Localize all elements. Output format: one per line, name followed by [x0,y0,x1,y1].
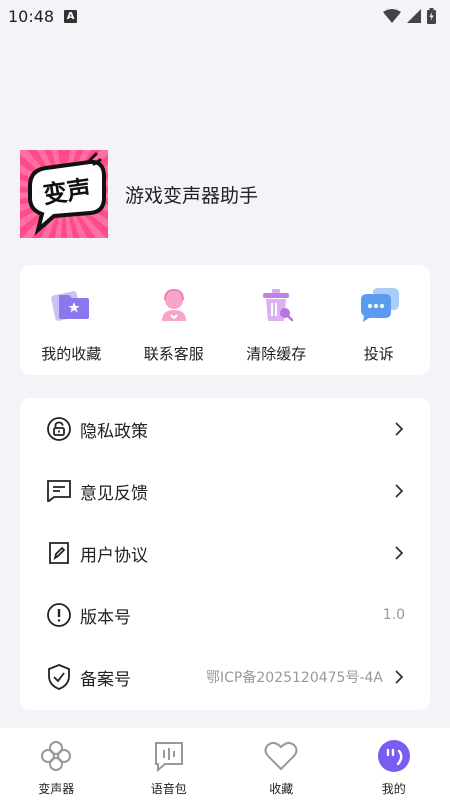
row-label: 版本号 [80,607,131,628]
wifi-icon [383,9,401,23]
battery-icon [427,8,436,24]
row-label: 意见反馈 [80,483,148,504]
folder-star-icon [51,285,91,325]
signal-icon [407,9,421,23]
status-indicators [383,8,436,24]
edit-document-icon [46,540,72,566]
voice-pack-icon [151,738,187,774]
tab-favorites[interactable]: 收藏 [225,728,338,800]
bottom-tab-bar: 变声器 语音包 收藏 我的 [0,728,450,800]
list-item-privacy-policy[interactable]: 隐私政策 [20,398,430,460]
clover-icon [38,738,74,774]
row-label: 隐私政策 [80,421,148,442]
status-bar: 10:48 A [0,0,450,32]
tab-label: 收藏 [269,782,294,796]
tab-label: 变声器 [38,782,75,796]
chevron-right-icon [395,545,405,561]
app-name: 游戏变声器助手 [125,184,259,207]
action-favorites[interactable]: 我的收藏 [20,265,123,375]
action-label: 联系客服 [143,345,204,363]
action-clear-cache[interactable]: 清除缓存 [225,265,328,375]
tab-voice-pack[interactable]: 语音包 [113,728,226,800]
heart-icon [263,738,299,774]
lock-icon [46,416,72,442]
icp-record-value: 鄂ICP备2025120475号-4A [206,670,383,686]
app-logo: 变声 [20,150,108,238]
info-icon [46,602,72,628]
action-complaint[interactable]: 投诉 [328,265,431,375]
row-label: 备案号 [80,669,131,690]
action-label: 投诉 [363,345,394,363]
customer-service-icon [154,285,194,325]
status-time: 10:48 [8,6,55,26]
version-value: 1.0 [382,607,405,623]
tab-mine[interactable]: 我的 [338,728,450,800]
chevron-right-icon [395,669,405,685]
action-customer-service[interactable]: 联系客服 [123,265,226,375]
action-label: 我的收藏 [41,345,102,363]
list-item-feedback[interactable]: 意见反馈 [20,460,430,522]
chevron-right-icon [395,421,405,437]
action-label: 清除缓存 [246,345,307,363]
notification-a-icon: A [64,9,78,23]
quick-actions-card: 我的收藏 联系客服 清除缓存 投诉 [20,265,430,375]
logo-bubble-icon: 变声 [28,152,106,236]
tab-voice-changer[interactable]: 变声器 [0,728,113,800]
list-item-version: 版本号 1.0 [20,584,430,646]
row-label: 用户协议 [80,545,148,566]
chevron-right-icon [395,483,405,499]
profile-header: 变声 游戏变声器助手 [20,150,258,238]
shield-check-icon [46,664,72,690]
profile-face-icon [376,738,412,774]
chat-bubble-icon [359,285,399,325]
list-item-icp-record[interactable]: 备案号 鄂ICP备2025120475号-4A [20,646,430,708]
trash-icon [256,285,296,325]
list-item-user-agreement[interactable]: 用户协议 [20,522,430,584]
tab-label: 我的 [381,782,406,796]
settings-list-card: 隐私政策 意见反馈 用户协议 版本号 1.0 备案号 鄂ICP备20251204… [20,398,430,710]
tab-label: 语音包 [150,782,187,796]
message-icon [46,478,72,504]
